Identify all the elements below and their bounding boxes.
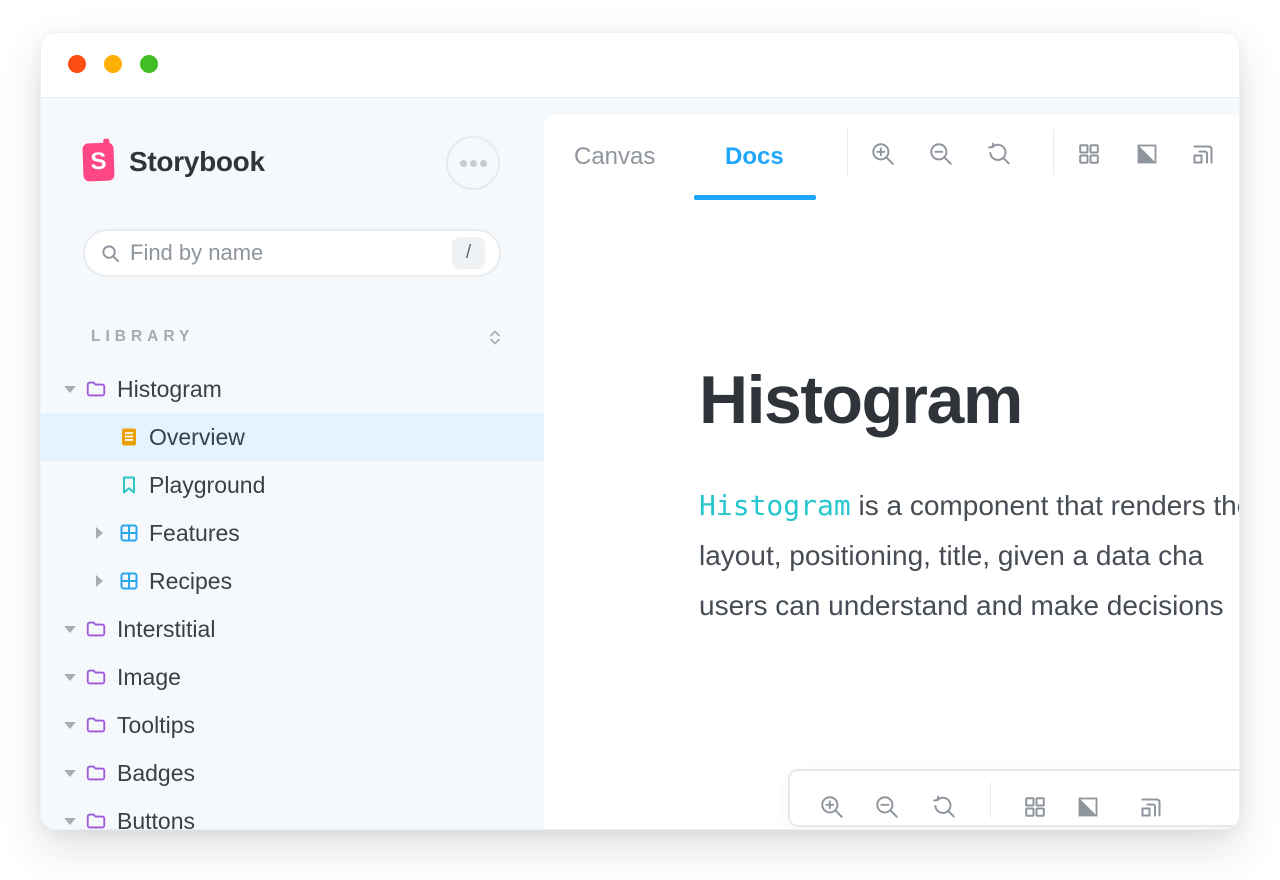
sidebar-item-interstitial[interactable]: Interstitial bbox=[41, 605, 544, 653]
minimize-window-button[interactable] bbox=[104, 55, 122, 73]
chevron-down-icon bbox=[64, 818, 76, 825]
doc-intro-paragraph: Histogram is a component that renders th… bbox=[699, 481, 1239, 631]
tab-canvas[interactable]: Canvas bbox=[574, 143, 655, 171]
folder-icon bbox=[85, 714, 107, 736]
zoom-window-button[interactable] bbox=[140, 55, 158, 73]
chevron-right-icon bbox=[96, 527, 103, 539]
folder-icon bbox=[85, 618, 107, 640]
zoom-reset-icon bbox=[931, 794, 957, 820]
library-label: LIBRARY bbox=[91, 328, 194, 346]
chevron-down-icon bbox=[64, 626, 76, 633]
sidebar-item-recipes[interactable]: Recipes bbox=[41, 557, 544, 605]
folder-icon bbox=[85, 378, 107, 400]
zoom-in-button[interactable] bbox=[870, 141, 896, 167]
viewport-size-button[interactable] bbox=[1191, 142, 1215, 166]
zoom-out-button[interactable] bbox=[874, 794, 900, 820]
search-shortcut-key: / bbox=[452, 237, 485, 269]
viewport-size-icon bbox=[1139, 795, 1163, 819]
zoom-out-button[interactable] bbox=[928, 141, 954, 167]
toolbar-divider bbox=[1053, 129, 1054, 175]
preview-panel: Canvas Docs bbox=[544, 115, 1239, 829]
story-tree: Histogram Overview Playground bbox=[41, 365, 544, 830]
sidebar-item-badges[interactable]: Badges bbox=[41, 749, 544, 797]
zoom-in-icon bbox=[870, 141, 896, 167]
tab-docs[interactable]: Docs bbox=[725, 143, 784, 171]
titlebar bbox=[41, 33, 1239, 98]
doc-page-title: Histogram bbox=[699, 361, 1022, 439]
zoom-out-icon bbox=[928, 141, 954, 167]
zoom-out-icon bbox=[874, 794, 900, 820]
sidebar-item-overview[interactable]: Overview bbox=[41, 413, 544, 461]
grid-icon bbox=[1023, 795, 1047, 819]
grid-toggle-button[interactable] bbox=[1077, 142, 1101, 166]
sidebar-item-histogram[interactable]: Histogram bbox=[41, 365, 544, 413]
doc-intro-line-3: users can understand and make decisions bbox=[699, 581, 1239, 631]
library-section-header: LIBRARY bbox=[91, 326, 503, 348]
collapse-expand-icon bbox=[487, 329, 503, 346]
doc-intro-line-1: Histogram is a component that renders th… bbox=[699, 481, 1239, 531]
search-icon bbox=[101, 244, 120, 263]
sidebar: S Storybook / LIBRARY bbox=[41, 98, 544, 829]
search-input[interactable] bbox=[130, 240, 452, 266]
component-grid-icon bbox=[119, 523, 139, 543]
background-contrast-icon bbox=[1135, 142, 1159, 166]
grid-toggle-button[interactable] bbox=[1023, 795, 1047, 819]
toolbar-divider bbox=[990, 782, 991, 818]
folder-icon bbox=[85, 810, 107, 830]
ellipsis-icon bbox=[460, 160, 467, 167]
component-grid-icon bbox=[119, 571, 139, 591]
viewport-size-icon bbox=[1191, 142, 1215, 166]
sidebar-menu-button[interactable] bbox=[446, 136, 500, 190]
grid-icon bbox=[1077, 142, 1101, 166]
brand-title: Storybook bbox=[129, 146, 265, 178]
doc-intro-line-2: layout, positioning, title, given a data… bbox=[699, 531, 1239, 581]
sidebar-item-features[interactable]: Features bbox=[41, 509, 544, 557]
storybook-logo-icon: S bbox=[82, 142, 114, 181]
folder-icon bbox=[85, 666, 107, 688]
zoom-reset-button[interactable] bbox=[986, 141, 1012, 167]
zoom-in-button[interactable] bbox=[819, 794, 845, 820]
chevron-right-icon bbox=[96, 575, 103, 587]
document-icon bbox=[119, 427, 139, 447]
chevron-down-icon bbox=[64, 722, 76, 729]
zoom-reset-icon bbox=[986, 141, 1012, 167]
page: S Storybook / LIBRARY bbox=[0, 0, 1280, 880]
sidebar-item-playground[interactable]: Playground bbox=[41, 461, 544, 509]
search-box: / bbox=[83, 229, 501, 277]
sidebar-item-buttons[interactable]: Buttons bbox=[41, 797, 544, 830]
folder-icon bbox=[85, 762, 107, 784]
bookmark-icon bbox=[119, 475, 139, 495]
chevron-down-icon bbox=[64, 386, 76, 393]
sidebar-item-image[interactable]: Image bbox=[41, 653, 544, 701]
chevron-down-icon bbox=[64, 674, 76, 681]
brand: S Storybook bbox=[83, 143, 265, 181]
sidebar-item-tooltips[interactable]: Tooltips bbox=[41, 701, 544, 749]
chevron-down-icon bbox=[64, 770, 76, 777]
app-window: S Storybook / LIBRARY bbox=[40, 32, 1240, 830]
zoom-reset-button[interactable] bbox=[931, 794, 957, 820]
floating-toolbar bbox=[788, 769, 1240, 827]
close-window-button[interactable] bbox=[68, 55, 86, 73]
background-contrast-button[interactable] bbox=[1076, 795, 1100, 819]
background-contrast-button[interactable] bbox=[1135, 142, 1159, 166]
toolbar-divider bbox=[847, 129, 848, 175]
background-contrast-icon bbox=[1076, 795, 1100, 819]
active-tab-underline bbox=[694, 195, 816, 200]
collapse-expand-button[interactable] bbox=[487, 329, 503, 346]
zoom-in-icon bbox=[819, 794, 845, 820]
inline-code: Histogram bbox=[699, 489, 851, 522]
viewport-size-button[interactable] bbox=[1139, 795, 1163, 819]
